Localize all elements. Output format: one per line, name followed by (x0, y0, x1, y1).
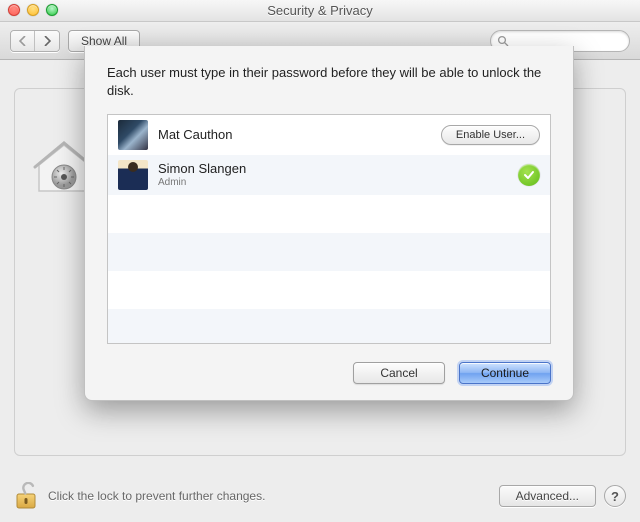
user-name: Mat Cauthon (158, 128, 431, 143)
help-button[interactable]: ? (604, 485, 626, 507)
cancel-button[interactable]: Cancel (353, 362, 445, 384)
empty-row (108, 271, 550, 309)
empty-row (108, 195, 550, 233)
continue-button[interactable]: Continue (459, 362, 551, 384)
enabled-check-icon (518, 164, 540, 186)
zoom-window-button[interactable] (46, 4, 58, 16)
forward-button[interactable] (35, 31, 59, 51)
unlocked-lock-icon[interactable] (14, 482, 38, 510)
back-button[interactable] (11, 31, 35, 51)
sheet-actions: Cancel Continue (107, 362, 551, 384)
user-subtitle: Admin (158, 177, 508, 189)
titlebar: Security & Privacy (0, 0, 640, 22)
window-title: Security & Privacy (267, 3, 372, 18)
chevron-left-icon (19, 36, 27, 46)
user-list: Mat Cauthon Enable User... Simon Slangen… (107, 114, 551, 344)
lock-hint-text: Click the lock to prevent further change… (48, 489, 265, 503)
empty-row (108, 309, 550, 344)
empty-row (108, 233, 550, 271)
nav-back-forward (10, 30, 60, 52)
enable-user-button[interactable]: Enable User... (441, 125, 540, 145)
avatar (118, 120, 148, 150)
enable-users-sheet: Each user must type in their password be… (84, 46, 574, 401)
minimize-window-button[interactable] (27, 4, 39, 16)
sheet-message: Each user must type in their password be… (107, 64, 551, 100)
footer: Click the lock to prevent further change… (0, 470, 640, 522)
user-name: Simon Slangen (158, 162, 508, 177)
user-row[interactable]: Mat Cauthon Enable User... (108, 115, 550, 155)
advanced-button[interactable]: Advanced... (499, 485, 596, 507)
avatar (118, 160, 148, 190)
user-row[interactable]: Simon Slangen Admin (108, 155, 550, 195)
close-window-button[interactable] (8, 4, 20, 16)
chevron-right-icon (43, 36, 51, 46)
search-icon (497, 35, 509, 47)
window-controls (8, 4, 58, 16)
